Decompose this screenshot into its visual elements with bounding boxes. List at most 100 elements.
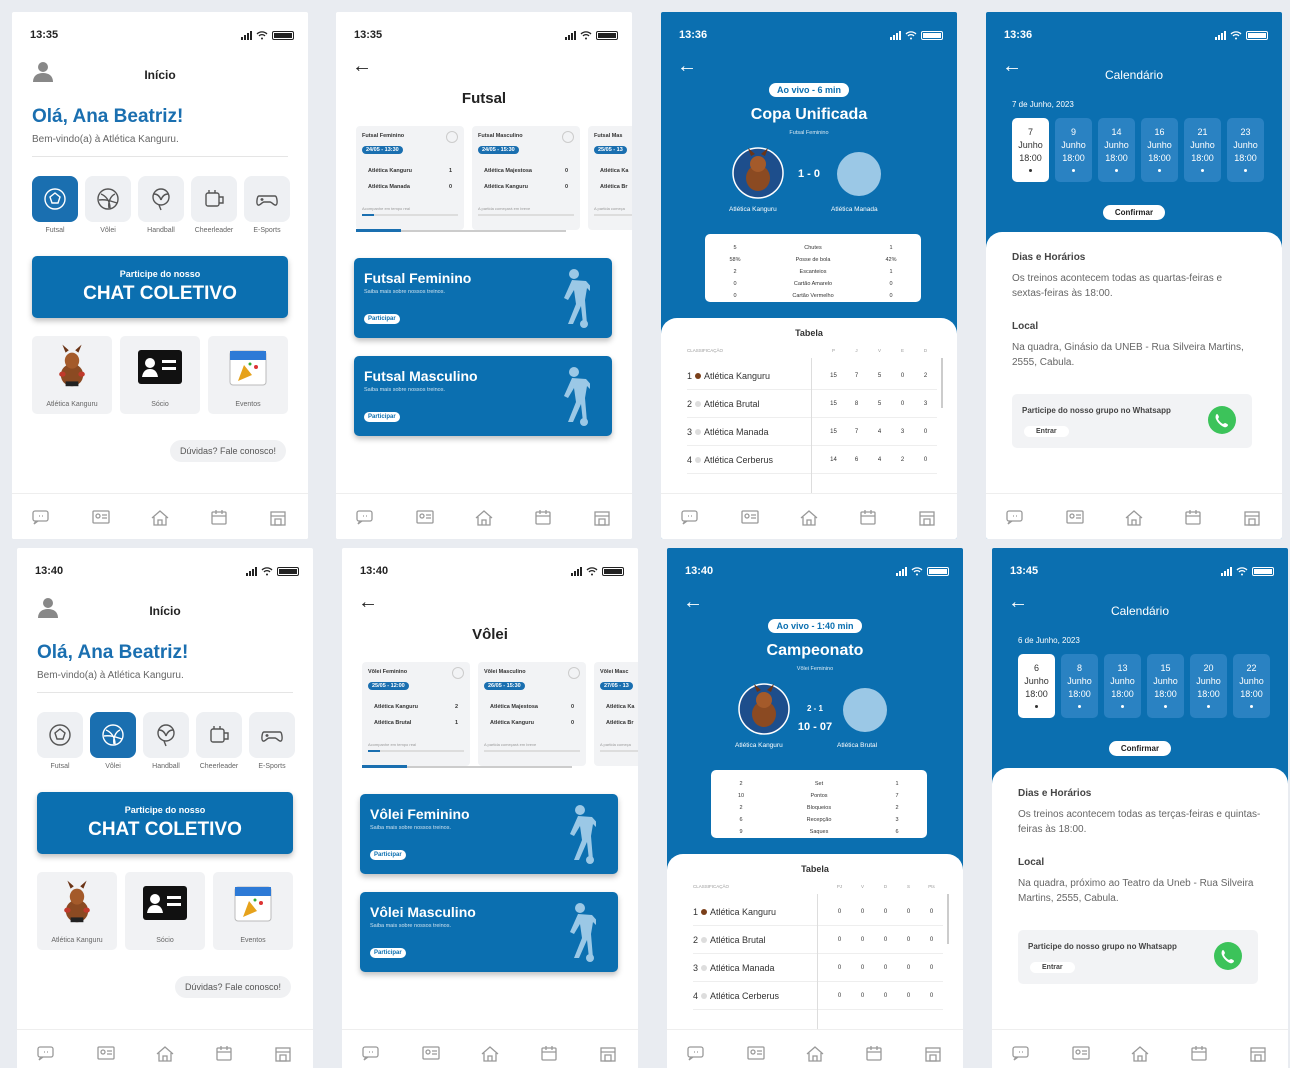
- game-card[interactable]: Futsal Feminino 24/05 - 13:30 Atlética Kan…: [356, 126, 464, 230]
- day-option[interactable]: 14 Junho 18:00: [1098, 118, 1135, 182]
- calendar-icon[interactable]: [538, 1044, 560, 1062]
- team-card[interactable]: Vôlei Feminino Saiba mais sobre nossos tr…: [360, 794, 618, 874]
- store-icon[interactable]: [267, 508, 289, 526]
- id-card-icon[interactable]: [414, 508, 436, 526]
- tile-eventos[interactable]: Eventos: [213, 872, 293, 950]
- sport-item[interactable]: Futsal: [32, 176, 78, 234]
- game-card[interactable]: Futsal Masculino 24/05 - 15:30 Atlética Ma…: [472, 126, 580, 230]
- table-row[interactable]: 3 Atlética Manada 0 0 0 0 0: [693, 954, 943, 982]
- chat-icon[interactable]: [31, 508, 53, 526]
- store-icon[interactable]: [1241, 508, 1263, 526]
- tile-socio[interactable]: Sócio: [125, 872, 205, 950]
- calendar-icon[interactable]: [863, 1044, 885, 1062]
- day-option[interactable]: 6 Junho 18:00: [1018, 654, 1055, 718]
- calendar-icon[interactable]: [1188, 1044, 1210, 1062]
- day-option[interactable]: 16 Junho 18:00: [1141, 118, 1178, 182]
- home-icon[interactable]: [149, 508, 171, 526]
- home-icon[interactable]: [804, 1044, 826, 1062]
- game-card[interactable]: Futsal Mas 25/05 - 13 Atlética Ka Atlética …: [588, 126, 632, 230]
- game-card[interactable]: Vôlei Feminino 25/05 - 12:00 Atlética Kang…: [362, 662, 470, 766]
- chat-icon[interactable]: [1011, 1044, 1033, 1062]
- game-card[interactable]: Vôlei Masculino 26/05 - 15:30 Atlética Maj…: [478, 662, 586, 766]
- chat-icon[interactable]: [686, 1044, 708, 1062]
- table-row[interactable]: 4 Atlética Cerberus 14 6 4 2 0: [687, 446, 937, 474]
- calendar-icon[interactable]: [857, 508, 879, 526]
- chat-coletivo-banner[interactable]: Participe do nosso CHAT COLETIVO: [37, 792, 293, 854]
- id-card-icon[interactable]: [1064, 508, 1086, 526]
- team-card[interactable]: Futsal Masculino Saiba mais sobre nossos …: [354, 356, 612, 436]
- sport-item[interactable]: E-Sports: [244, 176, 290, 234]
- sport-item[interactable]: Vôlei: [90, 712, 136, 770]
- day-option[interactable]: 13 Junho 18:00: [1104, 654, 1141, 718]
- game-card[interactable]: Vôlei Masc 27/05 - 13 Atlética Ka Atlética …: [594, 662, 638, 766]
- home-icon[interactable]: [1129, 1044, 1151, 1062]
- chat-coletivo-banner[interactable]: Participe do nosso CHAT COLETIVO: [32, 256, 288, 318]
- home-icon[interactable]: [479, 1044, 501, 1062]
- back-arrow-icon[interactable]: ←: [677, 56, 697, 76]
- home-icon[interactable]: [154, 1044, 176, 1062]
- chat-icon[interactable]: [361, 1044, 383, 1062]
- store-icon[interactable]: [1247, 1044, 1269, 1062]
- calendar-icon[interactable]: [208, 508, 230, 526]
- sport-item[interactable]: Handball: [138, 176, 184, 234]
- day-option[interactable]: 7 Junho 18:00: [1012, 118, 1049, 182]
- participate-button[interactable]: Participar: [370, 948, 406, 958]
- id-card-icon[interactable]: [739, 508, 761, 526]
- id-card-icon[interactable]: [95, 1044, 117, 1062]
- tile-atletica[interactable]: Atlética Kanguru: [32, 336, 112, 414]
- tile-atletica[interactable]: Atlética Kanguru: [37, 872, 117, 950]
- id-card-icon[interactable]: [90, 508, 112, 526]
- store-icon[interactable]: [272, 1044, 294, 1062]
- table-row[interactable]: 2 Atlética Brutal 15 8 5 0 3: [687, 390, 937, 418]
- chat-icon[interactable]: [1005, 508, 1027, 526]
- day-option[interactable]: 15 Junho 18:00: [1147, 654, 1184, 718]
- day-option[interactable]: 23 Junho 18:00: [1227, 118, 1264, 182]
- chat-icon[interactable]: [680, 508, 702, 526]
- day-option[interactable]: 9 Junho 18:00: [1055, 118, 1092, 182]
- store-icon[interactable]: [597, 1044, 619, 1062]
- tile-socio[interactable]: Sócio: [120, 336, 200, 414]
- carousel-scrollbar[interactable]: [356, 229, 566, 232]
- calendar-icon[interactable]: [1182, 508, 1204, 526]
- day-option[interactable]: 22 Junho 18:00: [1233, 654, 1270, 718]
- id-card-icon[interactable]: [420, 1044, 442, 1062]
- join-button[interactable]: Entrar: [1024, 426, 1069, 437]
- table-scrollbar[interactable]: [941, 358, 943, 408]
- table-row[interactable]: 4 Atlética Cerberus 0 0 0 0 0: [693, 982, 943, 1010]
- table-row[interactable]: 1 Atlética Kanguru 15 7 5 0 2: [687, 362, 937, 390]
- calendar-icon[interactable]: [532, 508, 554, 526]
- day-option[interactable]: 20 Junho 18:00: [1190, 654, 1227, 718]
- help-button[interactable]: Dúvidas? Fale conosco!: [169, 440, 286, 462]
- carousel-scrollbar[interactable]: [362, 765, 572, 768]
- participate-button[interactable]: Participar: [364, 314, 400, 324]
- table-row[interactable]: 1 Atlética Kanguru 0 0 0 0 0: [693, 898, 943, 926]
- help-button[interactable]: Dúvidas? Fale conosco!: [174, 976, 291, 998]
- table-row[interactable]: 2 Atlética Brutal 0 0 0 0 0: [693, 926, 943, 954]
- chat-icon[interactable]: [355, 508, 377, 526]
- tile-eventos[interactable]: Eventos: [208, 336, 288, 414]
- participate-button[interactable]: Participar: [370, 850, 406, 860]
- home-icon[interactable]: [1123, 508, 1145, 526]
- day-option[interactable]: 8 Junho 18:00: [1061, 654, 1098, 718]
- team-card[interactable]: Futsal Feminino Saiba mais sobre nossos t…: [354, 258, 612, 338]
- whatsapp-icon[interactable]: [1214, 942, 1242, 970]
- chat-icon[interactable]: [36, 1044, 58, 1062]
- join-button[interactable]: Entrar: [1030, 962, 1075, 973]
- team-card[interactable]: Vôlei Masculino Saiba mais sobre nossos t…: [360, 892, 618, 972]
- confirm-button[interactable]: Confirmar: [1108, 741, 1172, 756]
- id-card-icon[interactable]: [1070, 1044, 1092, 1062]
- table-row[interactable]: 3 Atlética Manada 15 7 4 3 0: [687, 418, 937, 446]
- whatsapp-icon[interactable]: [1208, 406, 1236, 434]
- back-arrow-icon[interactable]: ←: [358, 592, 378, 612]
- store-icon[interactable]: [591, 508, 613, 526]
- day-option[interactable]: 21 Junho 18:00: [1184, 118, 1221, 182]
- home-icon[interactable]: [798, 508, 820, 526]
- store-icon[interactable]: [916, 508, 938, 526]
- sport-item[interactable]: Vôlei: [85, 176, 131, 234]
- sport-item[interactable]: Handball: [143, 712, 189, 770]
- sport-item[interactable]: Futsal: [37, 712, 83, 770]
- confirm-button[interactable]: Confirmar: [1102, 205, 1166, 220]
- store-icon[interactable]: [922, 1044, 944, 1062]
- sport-item[interactable]: Cheerleader: [191, 176, 237, 234]
- back-arrow-icon[interactable]: ←: [683, 592, 703, 612]
